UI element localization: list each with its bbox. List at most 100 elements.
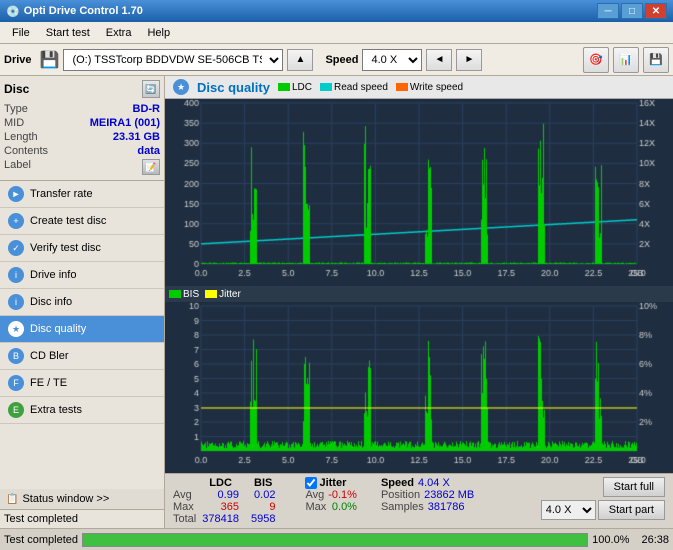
test-completed-label: Test completed [4,513,78,525]
status-window-label: Status window >> [22,493,109,505]
app-title: Opti Drive Control 1.70 [24,5,597,17]
status-window-icon: 📋 [6,494,18,505]
disc-quality-icon: ★ [8,321,24,337]
mid-value: MEIRA1 (001) [90,117,160,129]
transfer-rate-icon: ► [8,186,24,202]
speed-label: Speed [325,54,358,66]
chart-area: ★ Disc quality LDC Read speed Write spee… [165,76,673,528]
chart-title: Disc quality [197,80,270,95]
test-completed-section: Test completed [0,510,164,528]
cd-bler-icon: B [8,348,24,364]
menu-file[interactable]: File [4,25,38,41]
speed-left-button[interactable]: ◄ [426,49,452,71]
start-full-button[interactable]: Start full [603,477,665,497]
ldc-max: 365 [196,501,245,513]
progress-bar [82,533,588,547]
start-part-button[interactable]: Start part [598,500,665,520]
jitter-legend-box [205,290,217,298]
disc-info-icon: i [8,294,24,310]
lower-chart-canvas [165,302,673,473]
bis-max: 9 [245,501,281,513]
progress-percent: 100.0% [592,534,629,546]
position-label: Position [381,489,420,501]
menu-start-test[interactable]: Start test [38,25,98,41]
label-button[interactable]: 📝 [142,159,160,175]
position-value: 23862 MB [424,489,474,501]
drive-icon: 💾 [40,50,60,70]
total-label: Total [173,513,196,525]
jitter-legend-label: Jitter [219,289,241,300]
contents-value: data [137,145,160,157]
sidebar-item-verify-test-disc[interactable]: ✓ Verify test disc [0,235,164,262]
speed-position-section: Speed 4.04 X Position 23862 MB Samples 3… [381,477,474,513]
stats-bar: LDC BIS Avg 0.99 0.02 Max 365 9 Total 37… [165,473,673,528]
menu-extra[interactable]: Extra [98,25,140,41]
jitter-avg: -0.1% [328,489,357,501]
bis-legend-label: BIS [183,289,199,300]
time-display: 26:38 [641,534,669,546]
sidebar-item-disc-quality[interactable]: ★ Disc quality [0,316,164,343]
verify-test-disc-icon: ✓ [8,240,24,256]
maximize-button[interactable]: □ [621,3,643,19]
progress-bar-fill [83,534,587,546]
speed-dropdown[interactable]: 4.0 X [541,500,596,520]
sidebar-item-drive-info[interactable]: i Drive info [0,262,164,289]
samples-label: Samples [381,501,424,513]
write-speed-legend-box [396,83,408,91]
upper-chart-container [165,99,673,286]
test-completed-text: Test completed [4,534,78,546]
sidebar-item-disc-info[interactable]: i Disc info [0,289,164,316]
upper-chart-canvas [165,99,673,286]
chart-header: ★ Disc quality LDC Read speed Write spee… [165,76,673,99]
drive-label: Drive [4,54,32,66]
jitter-avg-label: Avg [305,489,324,501]
bis-avg: 0.02 [245,489,281,501]
app-icon: 💿 [6,5,20,18]
sidebar-item-fe-te[interactable]: F FE / TE [0,370,164,397]
minimize-button[interactable]: ─ [597,3,619,19]
bis-legend-box [169,290,181,298]
status-window-button[interactable]: 📋 Status window >> [0,489,164,510]
bis-header: BIS [245,477,281,489]
type-value: BD-R [133,103,161,115]
speed-select[interactable]: 4.0 X [362,49,422,71]
sidebar-item-extra-tests[interactable]: E Extra tests [0,397,164,424]
icon-btn-1[interactable]: 🎯 [583,47,609,73]
speed-right-button[interactable]: ► [456,49,482,71]
menu-help[interactable]: Help [139,25,178,41]
icon-btn-3[interactable]: 💾 [643,47,669,73]
contents-label: Contents [4,145,48,157]
sidebar-item-cd-bler[interactable]: B CD Bler [0,343,164,370]
samples-value: 381786 [428,501,465,513]
extra-tests-icon: E [8,402,24,418]
jitter-max-label: Max [305,501,326,513]
ldc-legend-box [278,83,290,91]
sidebar-item-transfer-rate[interactable]: ► Transfer rate [0,181,164,208]
type-label: Type [4,103,28,115]
disc-section-title: Disc [4,82,29,96]
sidebar-item-create-test-disc[interactable]: + Create test disc [0,208,164,235]
ldc-total: 378418 [196,513,245,525]
drive-select[interactable]: (O:) TSSTcorp BDDVDW SE-506CB TS02 [63,49,283,71]
mid-label: MID [4,117,24,129]
ldc-header: LDC [196,477,245,489]
icon-btn-2[interactable]: 📊 [613,47,639,73]
length-value: 23.31 GB [113,131,160,143]
avg-label: Avg [173,489,196,501]
menu-bar: File Start test Extra Help [0,22,673,44]
disc-section: Disc 🔄 Type BD-R MID MEIRA1 (001) Length… [0,76,164,181]
action-buttons: Start full 4.0 X Start part [541,477,665,520]
bis-total: 5958 [245,513,281,525]
jitter-checkbox[interactable] [305,477,317,489]
title-bar: 💿 Opti Drive Control 1.70 ─ □ ✕ [0,0,673,22]
bottom-status-bar: Test completed 100.0% 26:38 [0,528,673,550]
sidebar: Disc 🔄 Type BD-R MID MEIRA1 (001) Length… [0,76,165,528]
max-label: Max [173,501,196,513]
lower-chart-container: BIS Jitter [165,286,673,473]
read-speed-legend-label: Read speed [334,82,388,93]
disc-refresh-button[interactable]: 🔄 [142,80,160,98]
jitter-max: 0.0% [332,501,357,513]
drive-eject-button[interactable]: ▲ [287,49,313,71]
close-button[interactable]: ✕ [645,3,667,19]
jitter-header: Jitter [319,477,346,489]
